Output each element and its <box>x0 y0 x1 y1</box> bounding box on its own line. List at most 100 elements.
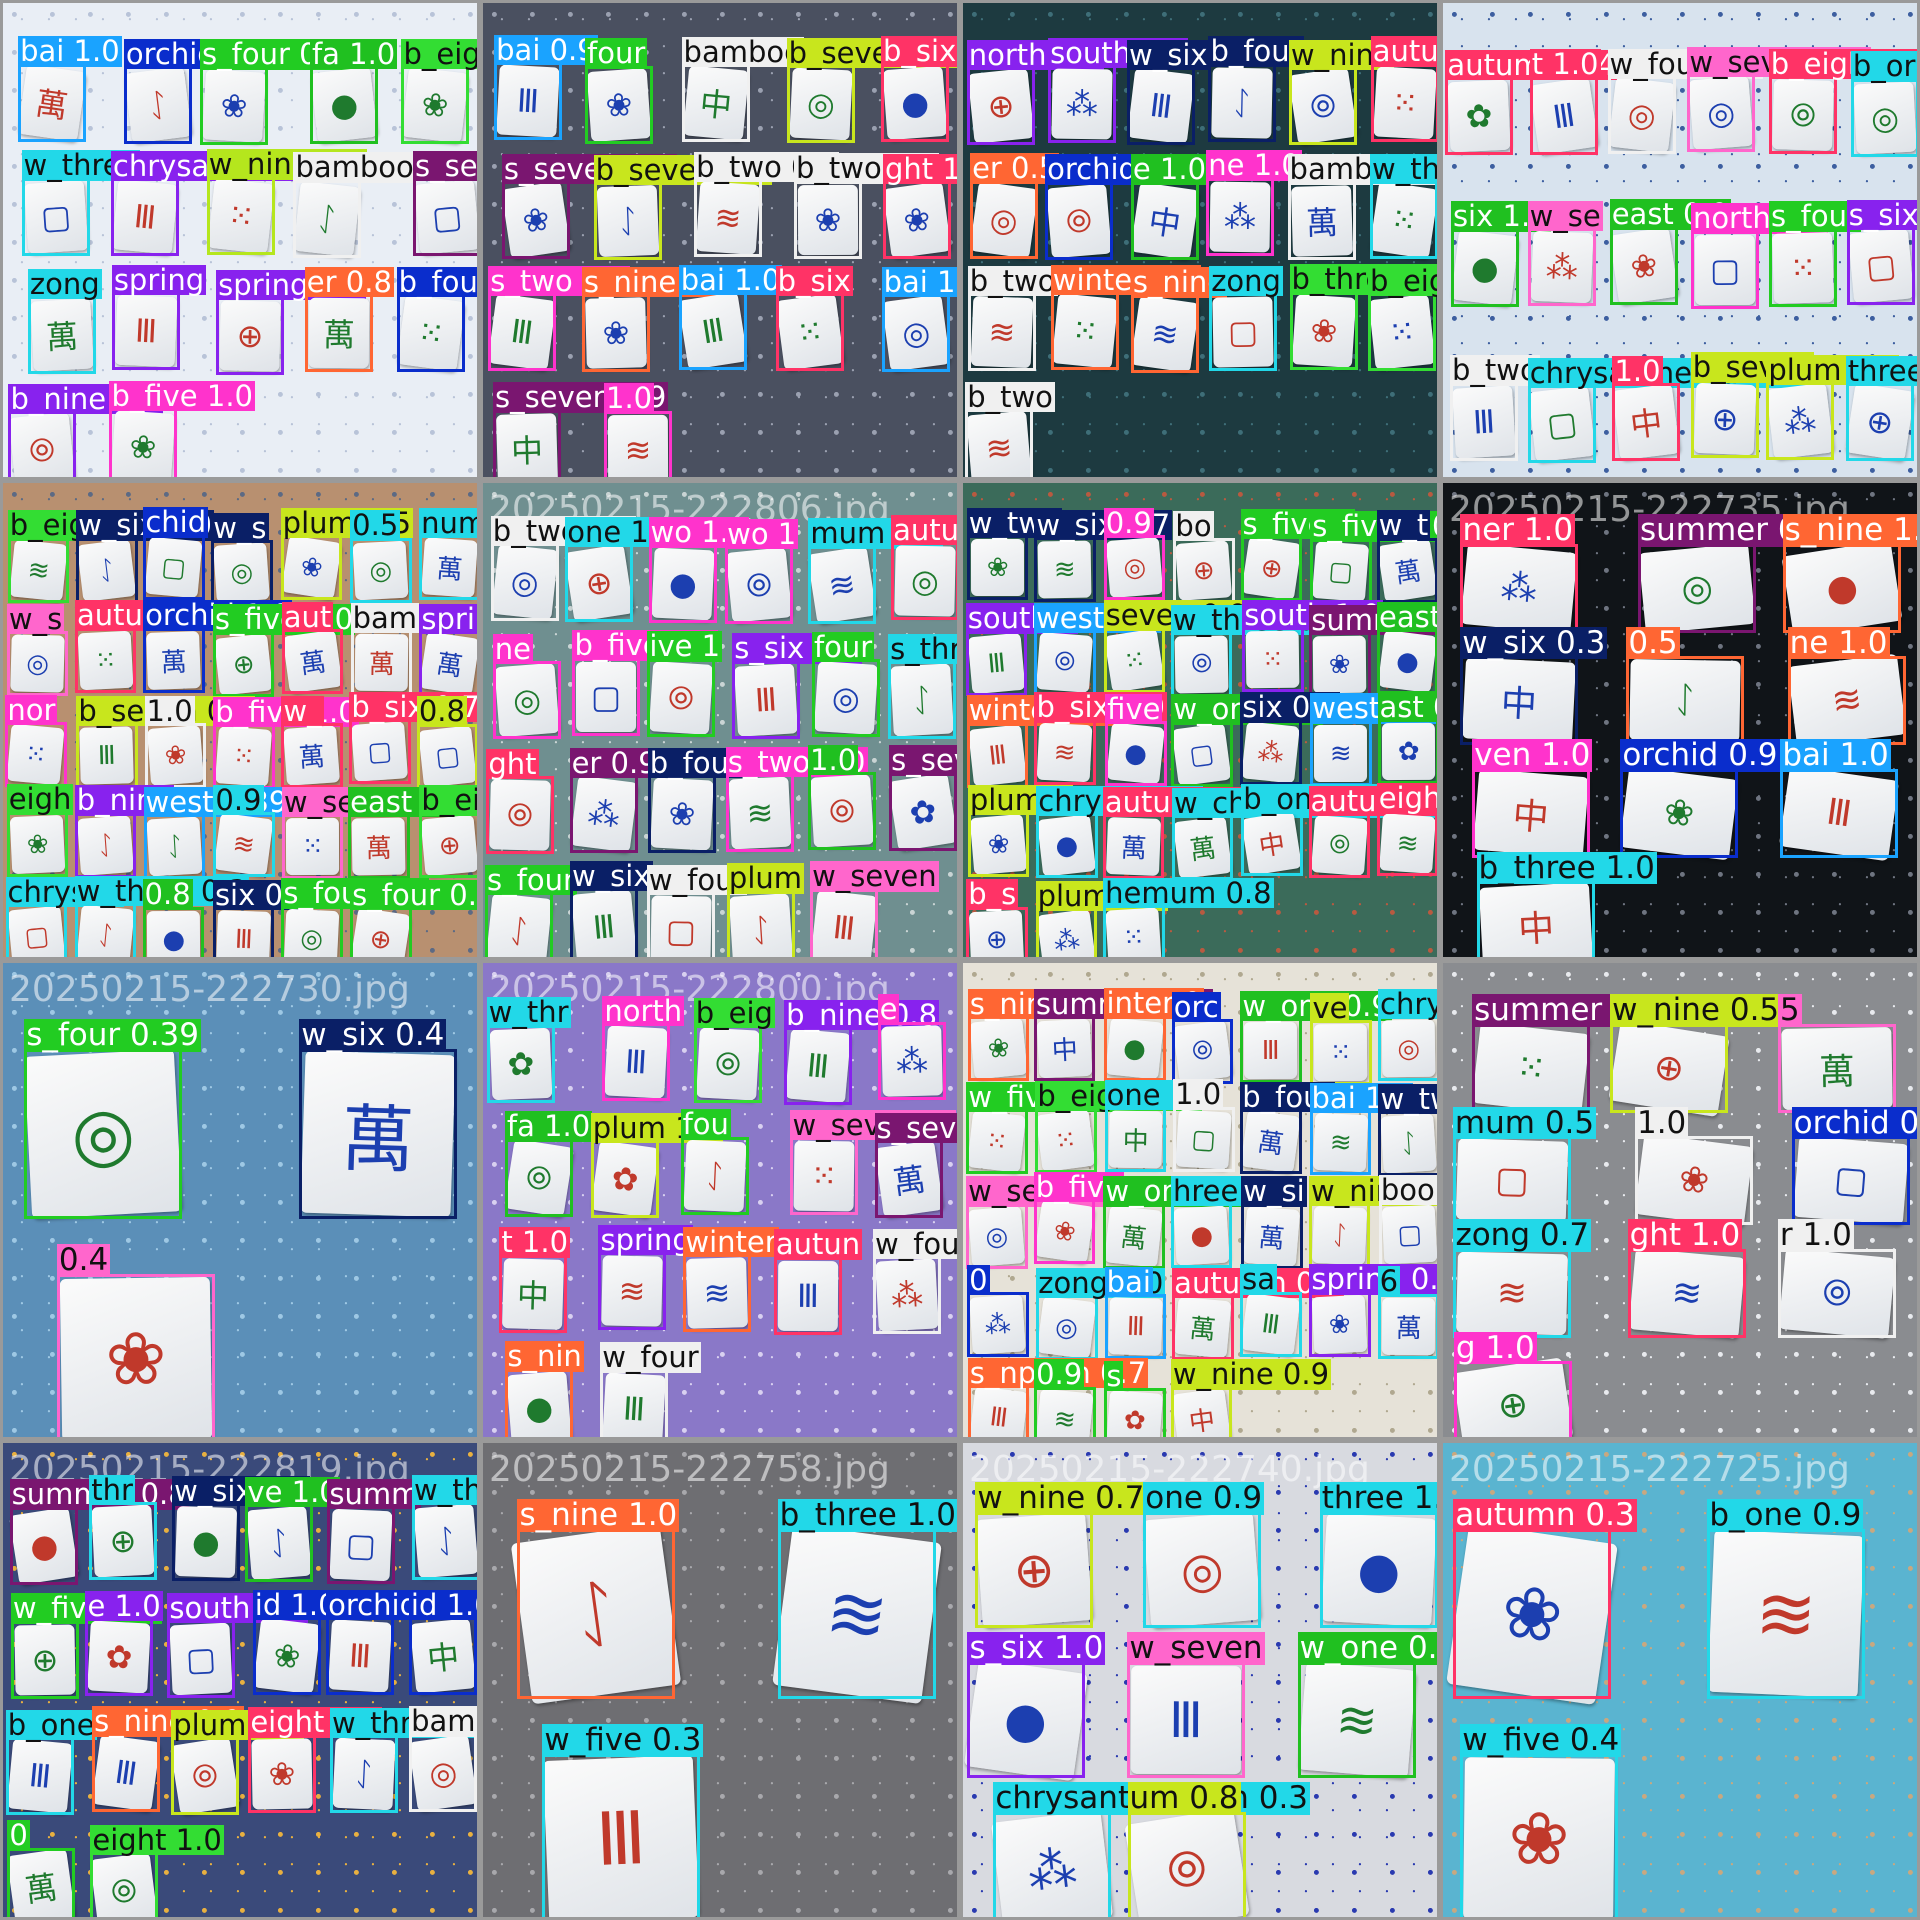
detection-box: s_three 1.0 <box>888 633 957 740</box>
detection-box: b_five 1.0 <box>109 380 255 477</box>
detection-label: b_two <box>967 263 1058 298</box>
detection-box: orchid <box>123 38 218 145</box>
detection-label: s_seven 0.6 <box>874 1112 957 1143</box>
detection-box: e <box>877 994 946 1100</box>
detection-label: one 0.9 <box>1143 1480 1265 1517</box>
detection-box: autumn 0.3 <box>1453 1499 1637 1699</box>
detection-box: eigh <box>6 784 74 877</box>
detection-box: chrysanthe <box>1036 786 1203 879</box>
mosaic-cell: ❀s_nine 1.0中summer 0.4●inter 0⦾orcⅢw_one… <box>960 960 1440 1440</box>
detection-box: w_se <box>1527 200 1603 307</box>
detection-label: er 0.8 <box>304 264 394 299</box>
detection-box: g 1.0 <box>1453 1332 1572 1437</box>
detection-box: summer 0.8 <box>1637 514 1830 633</box>
detection-box: b_two <box>1449 355 1540 461</box>
detection-box: three 1.0 <box>1845 356 1917 462</box>
detection-label: 0.9 <box>1103 505 1154 540</box>
detection-box: zong <box>27 268 102 375</box>
detection-label: spring <box>598 1222 693 1257</box>
detection-label: w_six 0.4 <box>299 1016 447 1053</box>
detection-label: eight 0. <box>1376 783 1437 814</box>
detection-box: b_two 1.0 <box>490 516 636 622</box>
detection-label: b_orb <box>1850 51 1917 82</box>
detection-label: three 1. <box>1319 1482 1437 1515</box>
detection-label: boo 1.0 <box>1378 1174 1437 1205</box>
detection-box: b_one <box>5 1709 97 1815</box>
detection-box: orchid 1.0 <box>143 600 293 693</box>
detection-label: bai 1 <box>881 264 957 299</box>
detection-box: 0.9 <box>1034 1359 1096 1437</box>
detection-box: bai 0.9 <box>494 34 598 141</box>
detection-box: plum 1.0 <box>590 1112 724 1219</box>
mosaic-cell: 20250215-222735.jpg ⁂ ner 1.0 ◎ summer 0.8 ● s… <box>1440 480 1920 960</box>
detection-box: b_nine 1.0 <box>8 384 164 477</box>
detection-label: four <box>585 36 648 71</box>
detection-label: fa 1.0 <box>309 36 398 71</box>
detection-box: b_six 1.0 <box>1034 692 1168 785</box>
detection-box: w_three 0.9 <box>1170 604 1346 698</box>
detection-box: spri <box>419 603 477 697</box>
detection-label: bai 1.0 <box>678 263 783 297</box>
detection-label: w_ <box>281 693 324 728</box>
detection-box: s_nine <box>1130 267 1228 373</box>
detection-box: ne <box>492 633 561 740</box>
detection-box: ast 0.9 <box>1377 691 1437 785</box>
detection-label: winter <box>683 1224 779 1259</box>
detection-box: summ <box>327 1478 422 1585</box>
detection-box: four <box>585 38 654 144</box>
detection-box: b_four <box>396 266 477 373</box>
detection-box: s_four 0.39 <box>24 1019 202 1219</box>
detection-box: hree 1. <box>1170 1175 1278 1269</box>
detection-box: r 1.0 <box>1777 1219 1896 1338</box>
detection-box: b_four <box>1208 36 1304 142</box>
detection-box: w_six 0.8 <box>172 1475 310 1582</box>
detection-box: autun <box>773 1229 863 1335</box>
detection-box: bai 1.0 <box>1309 1082 1414 1176</box>
detection-box: autumn 0.3 <box>1308 785 1437 879</box>
detection-box: s_seven <box>889 745 957 851</box>
detection-box: plum <box>726 863 805 957</box>
detection-box: s_four 1.0 <box>281 878 429 957</box>
detection-box: s_nine 1.0 <box>517 1499 680 1699</box>
detection-box: w_nine 0.3 <box>206 149 367 255</box>
detection-label: w_six <box>569 858 653 893</box>
detection-label: s <box>1104 1358 1124 1393</box>
detection-box: eight 1.0 <box>248 1707 382 1813</box>
detection-label: autumn 0.5 <box>1370 36 1437 67</box>
detection-label: s_seven 0.9 <box>412 150 477 181</box>
detection-box: w_two 0.3 <box>1378 1083 1437 1177</box>
detection-label: s_four 0.39 <box>24 1016 202 1053</box>
detection-box: s_five 1.0 <box>1310 511 1437 604</box>
detection-box: w_seven 1. <box>790 1109 956 1215</box>
detection-box: 0.8 <box>142 879 205 957</box>
detection-box: five <box>1105 693 1167 787</box>
detection-box: 0 <box>967 1265 1029 1358</box>
detection-box: w_s <box>6 603 69 697</box>
detection-box: w_six <box>569 860 653 957</box>
detection-box: bai <box>1104 1267 1167 1360</box>
detection-box: bamboo <box>293 152 416 258</box>
detection-box: orchid 1.0 <box>1045 154 1195 260</box>
detection-box: fa 1.0 <box>504 1111 593 1217</box>
detection-box: b_nine <box>74 785 175 878</box>
detection-box: fou <box>680 1109 749 1215</box>
mosaic-cell: ✿autumn 0.4Ⅲt 1.0◎w_four 0.9◎w_seven 1.0… <box>1440 0 1920 480</box>
detection-label: zong <box>27 266 102 301</box>
mosaic-cell: ≋b_eight 1.0ᛇw_six 1.0▢chid◎w_s❀plum 0.5… <box>0 480 480 960</box>
detection-box: w_six 1.0 <box>76 510 214 603</box>
detection-box: b_two <box>965 381 1055 477</box>
detection-box: s_nine 1.0 <box>967 988 1120 1082</box>
detection-label: r 1.0 <box>1777 1217 1854 1254</box>
detection-box: id 1.0 <box>252 1589 339 1696</box>
detection-label: wo 1 <box>725 516 799 551</box>
detection-box: s_six 1.0 <box>967 1632 1106 1778</box>
detection-box: w_six 0.3 <box>1460 627 1608 746</box>
detection-label: ve 1.0 <box>245 1474 340 1509</box>
detection-box: s_four 0.37 <box>350 879 477 957</box>
detection-box: b_two 0.9 <box>694 151 840 258</box>
detection-box: eight 0. <box>1376 783 1437 876</box>
detection-box: 0.5 <box>1626 627 1745 746</box>
detection-box: summer 0.9 <box>1472 994 1664 1113</box>
detection-box: b_eight <box>1368 265 1437 372</box>
detection-label: 0.9 <box>1034 1357 1085 1392</box>
